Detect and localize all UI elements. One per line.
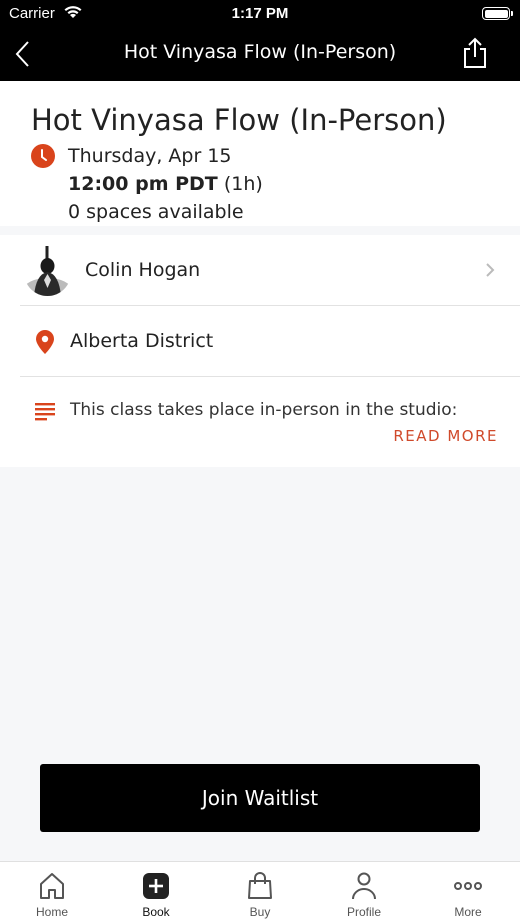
join-waitlist-button[interactable]: Join Waitlist [40,764,480,832]
tab-more[interactable]: More [416,862,520,924]
tab-label: Buy [249,905,271,919]
back-chevron-icon[interactable] [12,38,36,70]
class-header: Hot Vinyasa Flow (In-Person) Thursday, A… [0,81,520,226]
tab-label: Home [35,905,68,919]
tab-label: Book [142,905,170,919]
battery-icon [482,7,513,20]
location-row: Alberta District [20,306,520,377]
tab-label: More [454,905,482,919]
description-lines-icon [35,403,55,421]
instructor-avatar [24,244,71,296]
class-duration: (1h) [223,173,263,195]
class-title: Hot Vinyasa Flow (In-Person) [31,103,447,137]
navigation-bar: Hot Vinyasa Flow (In-Person) [0,28,520,81]
read-more-link[interactable]: READ MORE [393,427,498,445]
share-icon[interactable] [460,36,490,70]
tab-bar: Home Book Buy Profile More [0,861,520,924]
class-date: Thursday, Apr 15 [68,145,232,167]
tab-book[interactable]: Book [104,862,208,924]
clock-time: 1:17 PM [231,5,289,22]
shopping-bag-icon [248,872,272,899]
instructor-row[interactable]: Colin Hogan [20,235,520,306]
clock-icon [31,144,55,168]
status-bar: Carrier 1:17 PM [0,0,520,28]
description-text: This class takes place in-person in the … [70,400,458,420]
tab-buy[interactable]: Buy [208,862,312,924]
class-details: Colin Hogan Alberta District This class … [0,235,520,467]
location-name: Alberta District [70,330,214,352]
instructor-name: Colin Hogan [85,259,201,281]
person-icon [352,872,376,900]
home-icon [40,873,64,899]
tab-home[interactable]: Home [0,862,104,924]
nav-title: Hot Vinyasa Flow (In-Person) [123,41,397,63]
chevron-right-icon [486,263,495,277]
class-availability: 0 spaces available [68,201,244,223]
more-dots-icon [454,882,482,890]
location-pin-icon [36,330,54,354]
class-time: 12:00 pm PDT (1h) [68,173,263,195]
tab-profile[interactable]: Profile [312,862,416,924]
class-start-time: 12:00 pm PDT [68,173,218,195]
plus-square-icon [143,873,169,899]
tab-label: Profile [346,905,381,919]
